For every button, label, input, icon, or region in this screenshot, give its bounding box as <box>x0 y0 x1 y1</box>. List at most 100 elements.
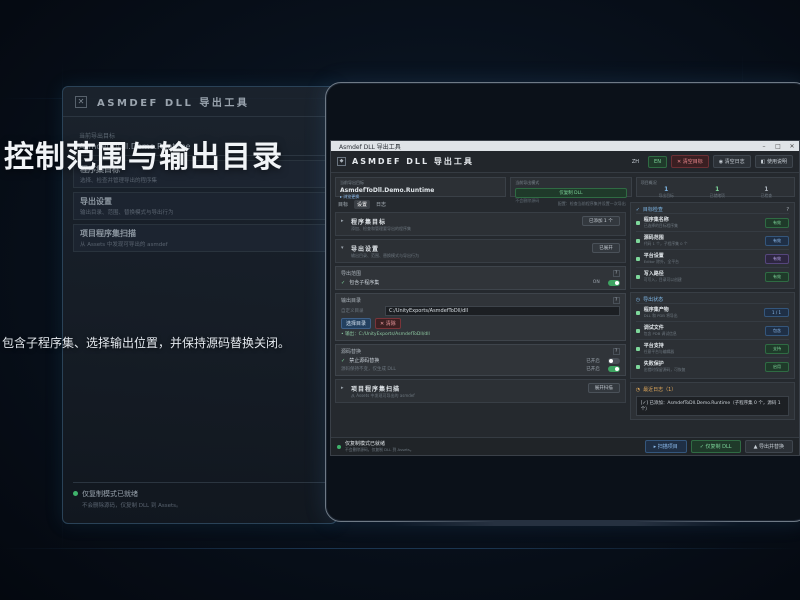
output-field-label: 自定义目录 <box>341 309 364 314</box>
status-dot-icon <box>635 274 640 279</box>
include-children-toggle[interactable] <box>607 279 620 286</box>
replace-hint-state: 已开启 <box>586 367 600 372</box>
ghost-footer-sub: 不会删除源码，仅复制 DLL 到 Assets。 <box>82 503 182 509</box>
replace-title: 源码替换 <box>341 349 362 355</box>
item-title: 平台支持 <box>643 343 664 349</box>
section-target[interactable]: ▸ 程序集目标 已添加 1 个 添加、检查和管理要导出的程序集 <box>335 212 626 236</box>
stat-value: 1 <box>715 186 720 193</box>
disable-replace-toggle[interactable] <box>607 357 620 364</box>
export-status-header: 导出状态 <box>643 297 664 303</box>
section-settings[interactable]: ▾ 导出设置 已展开 输出目录、范围、替换模式与导出行为 <box>335 239 626 263</box>
output-title: 输出目录 <box>341 298 362 304</box>
main-body: 目标 设置 日志 配置：检查当前程序集并设置一次导出 ▸ 程序集目标 已添加 1… <box>331 199 799 431</box>
close-icon[interactable]: ✕ <box>785 143 799 150</box>
output-panel: 输出目录 ? 自定义目录 C:/UnityExports/AsmdefToDll… <box>335 293 626 341</box>
left-column: 目标 设置 日志 配置：检查当前程序集并设置一次导出 ▸ 程序集目标 已添加 1… <box>335 199 626 431</box>
right-column: ✓ 目标检查 ? 程序集名称 已选择的目标程序集 有效 源码范围 代码 1 个，子程… <box>629 199 795 431</box>
list-item: 写入路径 可写入，目录可以创建 有效 <box>635 267 789 285</box>
include-children-label: 包含子程序集 <box>349 280 380 286</box>
disable-replace-state: 已开启 <box>586 358 600 364</box>
clear-targets-button[interactable]: ✕ 清空目标 <box>670 155 709 168</box>
section-scan[interactable]: ▸ 项目程序集扫描 展开扫描 从 Assets 中发现可导出的 asmdef <box>335 379 626 403</box>
app-logo-icon: ◆ <box>337 157 346 166</box>
item-sub: 出错时保留源码，可恢复 <box>643 367 686 372</box>
item-title: 调试文件 <box>643 325 664 331</box>
export-mode-label: 当前导出模式 <box>515 180 540 185</box>
status-badge: 启用 <box>765 361 789 372</box>
item-sub: DLL 和 PDB 将导出 <box>643 313 678 318</box>
help-button[interactable]: ◧ 使用说明 <box>754 155 793 168</box>
check-icon: ✓ <box>635 206 640 213</box>
current-target-value: AsmdefToDll.Demo.Runtime <box>340 187 435 194</box>
chevron-right-icon: ▸ <box>341 218 344 224</box>
item-sub: Editor 除外，全平台 <box>643 259 679 264</box>
section-badge: 已展开 <box>592 243 620 253</box>
item-title: 写入路径 <box>643 271 664 277</box>
ghost-section-settings: 导出设置 输出目录、范围、替换模式与导出行为 <box>73 192 326 220</box>
lang-zh-button[interactable]: ZH <box>627 157 644 167</box>
status-dot-icon <box>635 364 640 369</box>
scope-panel: 导出范围 ? ✓ 包含子程序集 ON <box>335 266 626 290</box>
minimize-icon[interactable]: – <box>757 143 771 150</box>
ghost-close-icon: ✕ <box>75 95 87 108</box>
info-bar: 当前导出目标 AsmdefToDll.Demo.Runtime ▸ 浏览更换 当… <box>331 173 799 203</box>
status-badge: 支持 <box>765 343 789 354</box>
chevron-right-icon: ▸ <box>341 385 344 391</box>
section-sub: 添加、检查和管理要导出的程序集 <box>351 226 411 231</box>
stat-item: 1 导出目标 <box>659 186 674 199</box>
tab-settings[interactable]: 设置 <box>354 199 371 209</box>
status-title: 仅复制模式已就绪 <box>345 441 386 447</box>
status-dot-icon <box>635 256 640 261</box>
ghost-title: ASMDEF DLL 导出工具 <box>97 98 250 109</box>
os-titlebar: Asmdef DLL 导出工具 – □ ✕ <box>331 141 799 151</box>
help-icon[interactable]: ? <box>612 297 620 304</box>
disable-replace-label: 禁止源码替换 <box>349 358 380 364</box>
maximize-icon[interactable]: □ <box>771 143 785 150</box>
item-sub: 任意平台与编辑器 <box>643 349 675 354</box>
clear-log-button[interactable]: ◉ 清空日志 <box>712 155 751 168</box>
scope-title: 导出范围 <box>341 271 362 277</box>
item-sub: 包含 PDB 调试信息 <box>643 331 677 336</box>
tab-log[interactable]: 日志 <box>373 200 389 209</box>
status-badge: 包含 <box>765 325 789 336</box>
list-item: 平台支持 任意平台与编辑器 支持 <box>635 339 789 357</box>
section-title: 程序集目标 <box>351 218 387 226</box>
choose-folder-button[interactable]: 选择目录 <box>341 318 372 329</box>
section-badge: 已添加 1 个 <box>581 216 620 226</box>
status-sub: 不会删除源码，仅复制 DLL 到 Assets。 <box>345 447 414 452</box>
tab-bar: 目标 设置 日志 配置：检查当前程序集并设置一次导出 <box>335 199 626 209</box>
section-badge[interactable]: 展开扫描 <box>587 383 620 393</box>
check-icon: ✓ <box>341 357 346 364</box>
output-path-field[interactable]: C:/UnityExports/AsmdefToDll/dll <box>385 306 620 316</box>
status-badge: 有效 <box>765 271 789 282</box>
item-sub: 已选择的目标程序集 <box>643 223 678 228</box>
export-replace-button[interactable]: ▲ 导出并替换 <box>744 440 793 453</box>
keep-source-toggle[interactable] <box>607 366 620 372</box>
stats-card: 项目概况 1 导出目标 1 已就绪项 1 已检查 <box>635 177 795 199</box>
scan-project-button[interactable]: ▸ 扫描项目 <box>644 440 687 453</box>
help-icon[interactable]: ? <box>786 207 789 213</box>
export-status-card: ◷ 导出状态 程序集产物 DLL 和 PDB 将导出 1 / 1 调试文件 包含 P… <box>629 292 795 379</box>
status-footer: 仅复制模式已就绪 不会删除源码，仅复制 DLL 到 Assets。 ▸ 扫描项目… <box>331 437 799 455</box>
slide-headline: 控制范围与输出目录 <box>4 140 283 175</box>
section-sub: 输出目录、范围、替换模式与导出行为 <box>351 253 419 258</box>
app-title: ASMDEF DLL 导出工具 <box>352 157 474 166</box>
status-badge: 有效 <box>765 253 789 264</box>
check-icon: ✓ <box>341 279 346 286</box>
copy-dll-button[interactable]: ✓ 仅复制 DLL <box>690 440 741 453</box>
os-window-title: Asmdef DLL 导出工具 <box>339 143 401 151</box>
section-sub: 从 Assets 中发现可导出的 asmdef <box>351 393 415 398</box>
lang-en-button[interactable]: EN <box>648 155 667 168</box>
info-icon: ◷ <box>635 296 641 303</box>
stat-value: 1 <box>664 186 669 193</box>
help-icon[interactable]: ? <box>612 348 620 355</box>
export-mode-card: 当前导出模式 仅复制 DLL 不会删除源码 <box>510 177 632 203</box>
tab-target[interactable]: 目标 <box>335 200 351 209</box>
item-sub: 代码 1 个，子程序集 0 个 <box>643 241 688 246</box>
help-icon[interactable]: ? <box>612 270 620 277</box>
item-title: 平台设置 <box>643 253 664 259</box>
clear-folder-button[interactable]: ✕ 清除 <box>375 318 401 329</box>
item-title: 程序集名称 <box>643 217 669 223</box>
current-target-label: 当前导出目标 <box>340 180 364 185</box>
resolved-output-path: • 输出：C:/UnityExports/AsmdefToDll/dll <box>341 332 430 337</box>
